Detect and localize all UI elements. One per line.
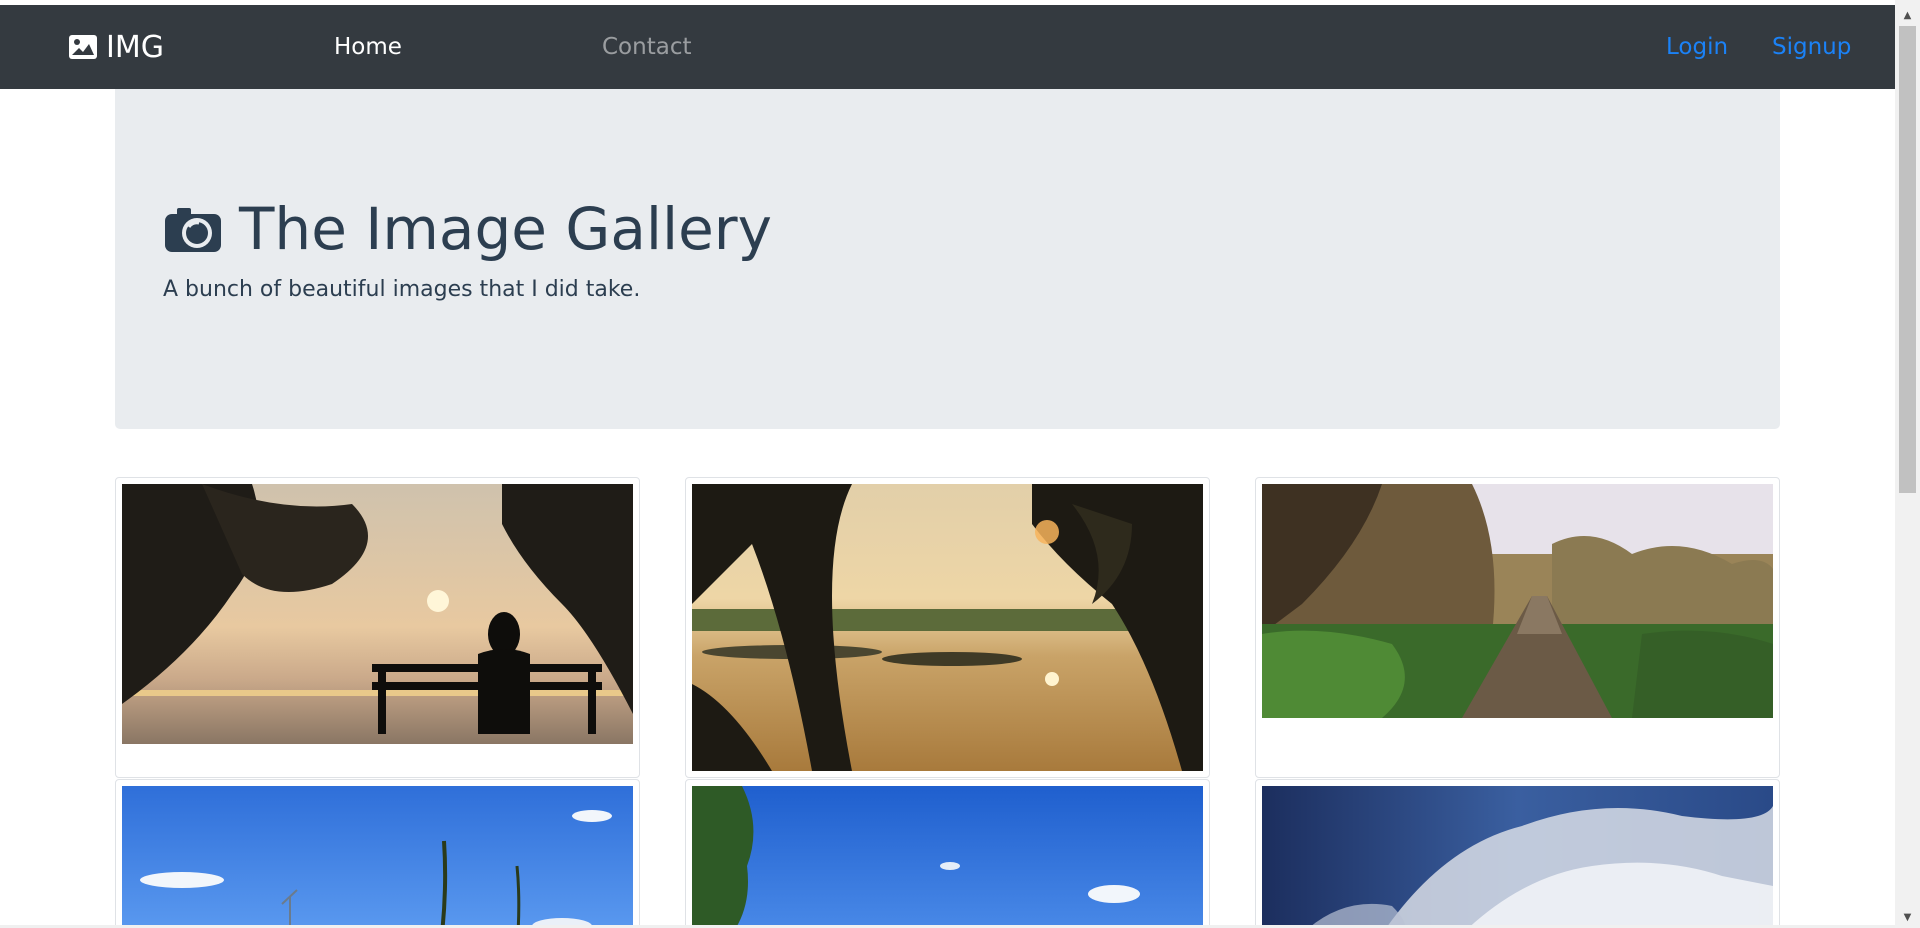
gallery-image-sunset-bench[interactable]: [122, 484, 633, 744]
gallery-card-clouds[interactable]: [1255, 779, 1780, 928]
scrollbar-thumb[interactable]: [1899, 26, 1916, 493]
nav-contact-link[interactable]: Contact: [602, 5, 691, 89]
gallery-card-blue-sky-grass[interactable]: [115, 779, 640, 928]
page-title: The Image Gallery: [239, 195, 772, 263]
browser-viewport: IMG Home Contact Login Signup The Image …: [0, 0, 1895, 928]
camera-icon: [163, 204, 223, 254]
page-subtitle: A bunch of beautiful images that I did t…: [163, 277, 641, 302]
jumbotron: The Image Gallery A bunch of beautiful i…: [115, 89, 1780, 429]
brand-label: IMG: [106, 29, 164, 65]
scroll-up-arrow-icon[interactable]: ▲: [1895, 4, 1920, 26]
image-icon: [68, 34, 98, 60]
gallery-image-boardwalk[interactable]: [1262, 484, 1773, 718]
vertical-scrollbar[interactable]: ▲ ▼: [1895, 0, 1920, 928]
signup-link[interactable]: Signup: [1772, 5, 1851, 89]
gallery-card-sunset-bench[interactable]: [115, 477, 640, 778]
gallery-card-blue-sky-tree[interactable]: [685, 779, 1210, 928]
navbar: IMG Home Contact Login Signup: [0, 5, 1895, 89]
gallery-image-sunset-lake[interactable]: [692, 484, 1203, 771]
gallery-image-blue-sky-tree[interactable]: [692, 786, 1203, 928]
gallery-image-clouds[interactable]: [1262, 786, 1773, 928]
scroll-down-arrow-icon[interactable]: ▼: [1895, 906, 1920, 928]
page-title-row: The Image Gallery: [163, 189, 772, 269]
gallery-image-blue-sky-grass[interactable]: [122, 786, 633, 928]
gallery-card-boardwalk[interactable]: [1255, 477, 1780, 778]
brand-link[interactable]: IMG: [68, 5, 164, 89]
login-link[interactable]: Login: [1666, 5, 1728, 89]
gallery-card-sunset-lake[interactable]: [685, 477, 1210, 778]
nav-home-link[interactable]: Home: [334, 5, 402, 89]
